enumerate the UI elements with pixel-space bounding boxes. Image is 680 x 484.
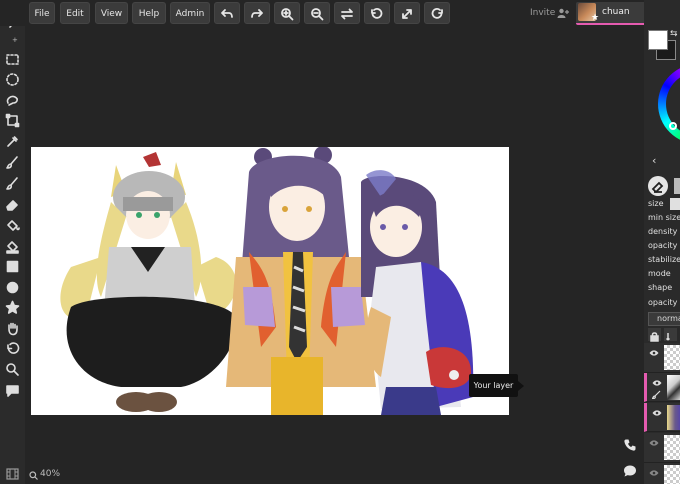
rotate-right-icon — [431, 7, 443, 19]
brush-icon[interactable] — [5, 176, 20, 191]
menu-admin[interactable]: Admin — [170, 2, 210, 24]
artwork-image — [60, 147, 474, 415]
artwork-character-right — [361, 170, 474, 415]
zoom-out-button[interactable] — [304, 2, 330, 24]
phone-icon[interactable] — [623, 438, 637, 452]
eye-icon[interactable] — [649, 440, 659, 446]
fullscreen-button[interactable] — [394, 2, 420, 24]
toolbar-separator: + — [12, 36, 18, 44]
rectangle-icon[interactable] — [5, 259, 20, 274]
color-picker-handle[interactable] — [669, 122, 677, 130]
zoom-out-icon — [311, 8, 324, 21]
drawing-canvas[interactable] — [31, 147, 509, 415]
prop-stabilizer[interactable]: stabilizer — [648, 255, 680, 264]
rotate-right-button[interactable] — [424, 2, 450, 24]
menu-edit[interactable]: Edit — [60, 2, 90, 24]
layer-options-icon[interactable] — [664, 328, 677, 341]
eye-icon[interactable] — [649, 470, 659, 476]
chat-icon[interactable] — [623, 464, 637, 478]
fullscreen-icon — [402, 9, 412, 19]
eraser-icon[interactable] — [5, 197, 20, 212]
ellipse-icon[interactable] — [5, 280, 20, 295]
add-user-icon[interactable] — [557, 8, 569, 18]
undo-button[interactable] — [214, 2, 240, 24]
star-icon[interactable] — [5, 300, 20, 315]
zoom-level[interactable]: 40% — [30, 469, 60, 479]
prop-shape[interactable]: shape — [648, 283, 672, 292]
comment-icon[interactable] — [5, 383, 20, 398]
blend-mode-select[interactable]: norma — [648, 312, 680, 326]
layer-row-active[interactable] — [644, 373, 680, 402]
menu-help[interactable]: Help — [132, 2, 166, 24]
layer-thumbnail — [667, 375, 680, 400]
eye-icon[interactable] — [652, 380, 662, 386]
brush-icon[interactable] — [5, 155, 20, 170]
bucket-icon[interactable] — [5, 218, 20, 233]
layer-thumbnail — [667, 405, 680, 430]
prop-min-size[interactable]: min size — [648, 213, 680, 222]
brush-preset-button[interactable] — [648, 176, 668, 196]
menu-view[interactable]: View — [95, 2, 128, 24]
eyedropper-icon[interactable] — [5, 134, 20, 149]
prop-mode[interactable]: mode — [648, 269, 671, 278]
zoom-in-button[interactable] — [274, 2, 300, 24]
marquee-rect-icon[interactable] — [5, 52, 20, 67]
marquee-ellipse-icon[interactable] — [5, 72, 20, 87]
eye-icon[interactable] — [652, 410, 662, 416]
rotate-left-button[interactable] — [364, 2, 390, 24]
hand-icon[interactable] — [5, 321, 20, 336]
primary-color-swatch[interactable] — [648, 30, 668, 50]
redo-button[interactable] — [244, 2, 270, 24]
swap-colors-icon[interactable]: ⇆ — [670, 29, 678, 39]
brush-settings-button[interactable] — [674, 178, 680, 194]
layer-row[interactable] — [644, 433, 680, 463]
pencil-icon[interactable] — [670, 198, 680, 210]
prop-layer-opacity[interactable]: opacity — [648, 298, 677, 307]
star-icon: ★ — [591, 13, 600, 23]
gradient-icon[interactable] — [5, 239, 20, 254]
layer-row[interactable] — [644, 343, 680, 373]
eye-icon[interactable] — [649, 350, 659, 356]
undo-icon — [221, 9, 233, 18]
invite-link[interactable]: Invite — [530, 0, 555, 26]
chevron-left-icon[interactable]: ‹ — [652, 154, 656, 167]
prop-size[interactable]: size — [648, 199, 664, 208]
layer-row[interactable] — [644, 403, 680, 432]
user-name: chuan — [602, 7, 630, 17]
artwork-character-middle — [226, 147, 376, 415]
left-toolbar: + — [0, 0, 25, 484]
right-panel: ⇆ ‹ size min size density opacity stabil… — [644, 0, 680, 484]
rotate-icon[interactable] — [5, 341, 20, 356]
layer-tooltip: Your layer — [469, 374, 524, 397]
top-bar: File Edit View Help Admin Invite ★ chuan — [0, 0, 677, 26]
menu-file[interactable]: File — [29, 2, 55, 24]
lasso-icon[interactable] — [5, 93, 20, 108]
layer-thumbnail — [664, 465, 680, 484]
brush-icon — [652, 390, 661, 399]
rotate-left-icon — [371, 7, 383, 19]
layer-thumbnail — [664, 435, 680, 460]
flip-button[interactable] — [334, 2, 360, 24]
zoom-icon[interactable] — [5, 362, 20, 377]
film-strip-icon[interactable] — [6, 468, 19, 480]
layer-row[interactable] — [644, 463, 680, 484]
flip-icon — [341, 8, 353, 20]
redo-icon — [251, 9, 263, 18]
zoom-in-icon — [281, 8, 294, 21]
prop-opacity[interactable]: opacity — [648, 241, 677, 250]
prop-density[interactable]: density — [648, 227, 677, 236]
layer-thumbnail — [664, 345, 680, 370]
brush-preset-icon — [651, 181, 664, 194]
transform-icon[interactable] — [5, 113, 20, 128]
lock-icon[interactable] — [648, 328, 661, 342]
artwork-character-left — [60, 152, 237, 412]
